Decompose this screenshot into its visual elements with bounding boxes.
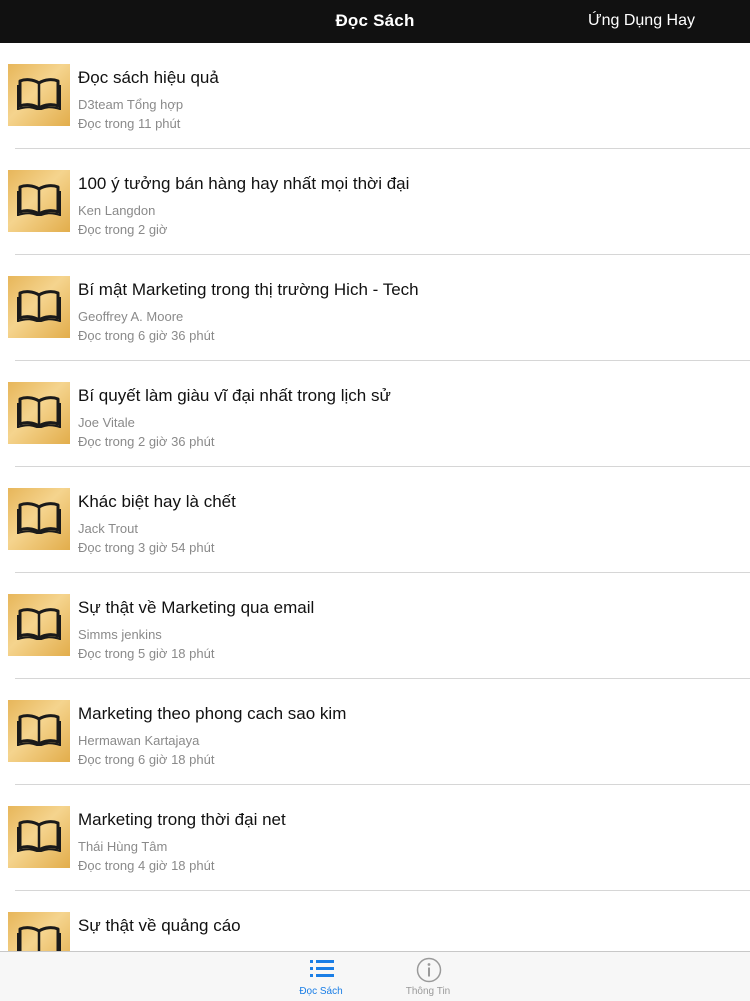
list-item[interactable]: Sự thật về Marketing qua email Simms jen… <box>0 573 750 679</box>
tab-label: Thông Tin <box>405 986 451 997</box>
book-duration: Đọc trong 6 giờ 18 phút <box>78 752 215 767</box>
list-item[interactable]: Đọc sách hiệu quả D3team Tổng hợp Đọc tr… <box>0 43 750 149</box>
list-item[interactable]: 100 ý tưởng bán hàng hay nhất mọi thời đ… <box>0 149 750 255</box>
book-icon <box>8 700 70 762</box>
book-title: Đọc sách hiệu quả <box>78 68 219 87</box>
tab-label: Đọc Sách <box>299 986 343 997</box>
book-duration: Đọc trong 6 giờ 36 phút <box>78 328 215 343</box>
book-author: Joe Vitale <box>78 415 135 430</box>
list-icon <box>310 960 334 977</box>
book-title: Marketing theo phong cach sao kim <box>78 704 347 723</box>
book-icon <box>8 276 70 338</box>
book-icon <box>8 64 70 126</box>
book-duration: Đọc trong 5 giờ 18 phút <box>78 646 215 661</box>
book-duration: Đọc trong 2 giờ <box>78 222 168 237</box>
book-author: Ken Langdon <box>78 203 156 218</box>
book-author: Jack Trout <box>78 521 138 536</box>
book-title: 100 ý tưởng bán hàng hay nhất mọi thời đ… <box>78 174 410 193</box>
book-title: Sự thật về quảng cáo <box>78 916 241 935</box>
tab-doc-sach[interactable]: Đọc Sách <box>276 952 366 1001</box>
book-author: Thái Hùng Tâm <box>78 839 168 854</box>
list-item[interactable]: Marketing theo phong cach sao kim Hermaw… <box>0 679 750 785</box>
tab-thong-tin[interactable]: Thông Tin <box>383 952 473 1001</box>
info-icon <box>416 957 442 983</box>
app-recommendations-button[interactable]: Ứng Dụng Hay <box>588 12 695 30</box>
book-author: Hermawan Kartajaya <box>78 733 200 748</box>
list-item[interactable]: Bí mật Marketing trong thị trường Hich -… <box>0 255 750 361</box>
book-icon <box>8 170 70 232</box>
book-duration: Đọc trong 2 giờ 36 phút <box>78 434 215 449</box>
book-icon <box>8 382 70 444</box>
book-author: Geoffrey A. Moore <box>78 309 184 324</box>
book-icon <box>8 912 70 951</box>
book-author: D3team Tổng hợp <box>78 97 184 112</box>
book-list[interactable]: Đọc sách hiệu quả D3team Tổng hợp Đọc tr… <box>0 43 750 951</box>
book-duration: Đọc trong 4 giờ 18 phút <box>78 858 215 873</box>
navigation-bar: Đọc Sách Ứng Dụng Hay <box>0 0 750 43</box>
list-item[interactable]: Khác biệt hay là chết Jack Trout Đọc tro… <box>0 467 750 573</box>
book-title: Sự thật về Marketing qua email <box>78 598 315 617</box>
list-item[interactable]: Bí quyết làm giàu vĩ đại nhất trong lịch… <box>0 361 750 467</box>
list-item[interactable]: Marketing trong thời đại net Thái Hùng T… <box>0 785 750 891</box>
book-title: Bí mật Marketing trong thị trường Hich -… <box>78 280 419 299</box>
tab-bar: Đọc Sách Thông Tin <box>0 951 750 1001</box>
book-duration: Đọc trong 3 giờ 54 phút <box>78 540 215 555</box>
book-author: Simms jenkins <box>78 627 162 642</box>
book-duration: Đọc trong 11 phút <box>78 116 181 131</box>
book-icon <box>8 806 70 868</box>
list-item[interactable]: Sự thật về quảng cáo <box>0 891 750 951</box>
book-title: Khác biệt hay là chết <box>78 492 236 511</box>
book-title: Marketing trong thời đại net <box>78 810 286 829</box>
book-icon <box>8 488 70 550</box>
book-title: Bí quyết làm giàu vĩ đại nhất trong lịch… <box>78 386 391 405</box>
book-icon <box>8 594 70 656</box>
